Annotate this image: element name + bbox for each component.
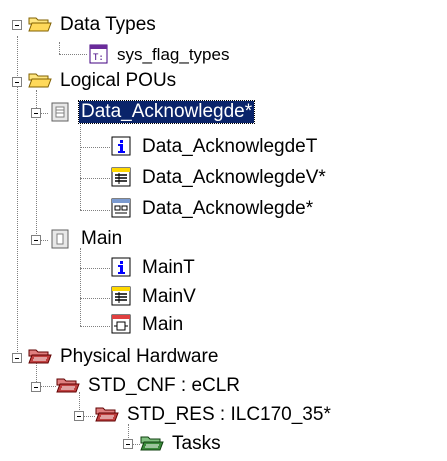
tree-node-label: STD_RES : ILC170_35* bbox=[127, 404, 331, 425]
collapse-toggle[interactable] bbox=[31, 382, 41, 392]
tree-node-label: Main bbox=[142, 314, 184, 335]
open-folder-icon bbox=[28, 17, 52, 32]
tree-node-label: MainV bbox=[142, 286, 196, 307]
tree-node-label: Logical POUs bbox=[60, 70, 177, 91]
tree-line bbox=[80, 298, 110, 299]
collapse-toggle[interactable] bbox=[12, 77, 22, 87]
tree-line bbox=[80, 210, 110, 211]
tree-node-label: Data_AcknowlegdeT bbox=[142, 136, 318, 157]
variables-sheet-icon bbox=[111, 167, 131, 187]
tree-node-data-acknowlegde-vars[interactable]: Data_AcknowlegdeV* bbox=[110, 166, 370, 192]
tree-node-main-vars[interactable]: MainV bbox=[110, 285, 310, 311]
tree-line bbox=[59, 42, 60, 54]
project-tree[interactable]: Data Types T: sys_flag_types Logical POU… bbox=[0, 0, 447, 461]
tree-node-tasks[interactable]: Tasks bbox=[140, 431, 340, 457]
tree-node-label: MainT bbox=[142, 257, 195, 278]
program-code-icon bbox=[111, 314, 131, 334]
tree-node-label: Tasks bbox=[172, 433, 221, 454]
tree-node-data-acknowlegde[interactable]: Data_Acknowlegde* bbox=[48, 100, 388, 126]
collapse-toggle[interactable] bbox=[31, 108, 41, 118]
tree-node-physical-hardware[interactable]: Physical Hardware bbox=[28, 344, 248, 370]
open-hardware-folder-icon bbox=[56, 378, 80, 393]
tree-node-label: Data_Acknowlegde* bbox=[142, 198, 314, 219]
tree-node-data-types[interactable]: Data Types bbox=[28, 12, 228, 38]
tree-line bbox=[80, 120, 81, 210]
variables-sheet-icon bbox=[111, 286, 131, 306]
code-sheet-icon bbox=[111, 198, 131, 218]
tree-node-label: Data Types bbox=[60, 14, 156, 35]
tree-node-label: sys_flag_types bbox=[117, 45, 230, 64]
tree-node-std-res[interactable]: STD_RES : ILC170_35* bbox=[95, 402, 445, 428]
pou-group-icon bbox=[51, 229, 69, 249]
tree-node-logical-pous[interactable]: Logical POUs bbox=[28, 68, 228, 94]
tree-node-data-acknowlegde-code[interactable]: Data_Acknowlegde* bbox=[110, 197, 370, 223]
tree-line bbox=[80, 178, 110, 179]
info-icon bbox=[111, 136, 131, 156]
tree-node-label: Data_AcknowlegdeV* bbox=[142, 167, 326, 188]
tree-node-main-type[interactable]: MainT bbox=[110, 256, 310, 282]
tree-line bbox=[80, 268, 110, 269]
svg-text:T:: T: bbox=[93, 53, 104, 63]
tree-node-main-code[interactable]: Main bbox=[110, 313, 310, 339]
collapse-toggle[interactable] bbox=[12, 353, 22, 363]
pou-group-icon bbox=[51, 102, 69, 122]
tree-node-data-acknowlegde-type[interactable]: Data_AcknowlegdeT bbox=[110, 135, 370, 161]
collapse-toggle[interactable] bbox=[74, 411, 84, 421]
tree-node-main[interactable]: Main bbox=[48, 227, 248, 253]
tree-node-label: STD_CNF : eCLR bbox=[88, 375, 241, 396]
tree-line bbox=[80, 248, 81, 326]
collapse-toggle[interactable] bbox=[123, 439, 133, 449]
tree-line bbox=[59, 54, 87, 55]
tree-node-std-cnf[interactable]: STD_CNF : eCLR bbox=[56, 373, 316, 399]
collapse-toggle[interactable] bbox=[12, 20, 22, 30]
tree-line bbox=[80, 147, 110, 148]
open-tasks-folder-icon bbox=[140, 436, 164, 451]
tree-line bbox=[80, 326, 110, 327]
info-icon bbox=[111, 257, 131, 277]
datatype-sheet-icon: T: bbox=[89, 44, 108, 64]
tree-node-label: Main bbox=[81, 228, 123, 249]
tree-node-label-selected: Data_Acknowlegde* bbox=[77, 100, 256, 124]
collapse-toggle[interactable] bbox=[31, 235, 41, 245]
open-hardware-folder-icon bbox=[95, 407, 119, 422]
open-hardware-folder-icon bbox=[28, 349, 52, 364]
tree-node-sys-flag-types[interactable]: T: sys_flag_types bbox=[87, 42, 287, 68]
open-folder-icon bbox=[28, 73, 52, 88]
tree-node-label: Physical Hardware bbox=[60, 346, 219, 367]
